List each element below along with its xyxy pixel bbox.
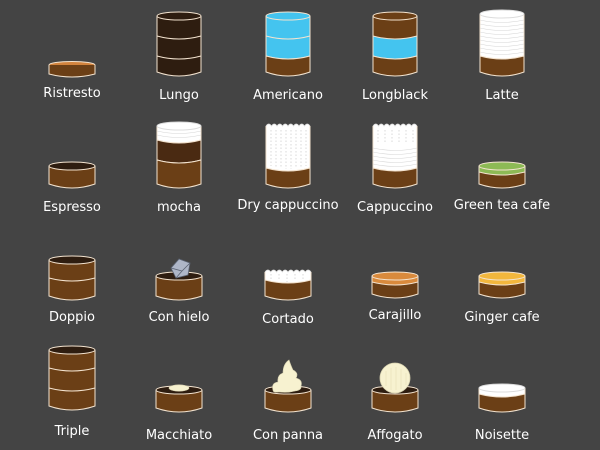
drink-lungo: Lungo xyxy=(124,0,234,103)
macchiato-cup-icon xyxy=(155,384,203,413)
ristretto-cup-icon xyxy=(48,61,96,78)
drink-label: Con hielo xyxy=(148,310,210,325)
latte-cup-icon xyxy=(479,9,525,77)
drink-label: mocha xyxy=(157,200,201,215)
con-panna-cup-icon xyxy=(264,359,312,413)
cappuccino-cup-icon xyxy=(372,123,418,189)
lungo-cup-icon xyxy=(156,11,202,77)
drink-doppio: Doppio xyxy=(17,220,127,325)
drink-macchiato: Macchiato xyxy=(124,340,234,443)
drink-con-panna: Con panna xyxy=(233,340,343,443)
drink-label: Con panna xyxy=(252,428,324,443)
drink-triple: Triple xyxy=(17,340,127,440)
drink-label: Latte xyxy=(485,88,519,103)
drink-label: Ristresto xyxy=(43,86,101,101)
drink-label: Lungo xyxy=(159,88,199,103)
drink-label: Green tea cafe xyxy=(453,198,551,213)
carajillo-cup-icon xyxy=(371,271,419,299)
americano-cup-icon xyxy=(265,11,311,77)
drink-ristretto: Ristresto xyxy=(17,0,127,101)
drink-dry-cappuccino: Dry cappuccino xyxy=(233,110,343,213)
drink-americano: Americano xyxy=(233,0,343,103)
drink-cappuccino: Cappuccino xyxy=(340,110,450,215)
doppio-cup-icon xyxy=(48,255,96,301)
drink-label: Doppio xyxy=(48,310,96,325)
drink-ginger-cafe: Ginger cafe xyxy=(447,220,557,325)
dry-cappuccino-cup-icon xyxy=(265,123,311,189)
drink-latte: Latte xyxy=(447,0,557,103)
drink-label: Carajillo xyxy=(368,308,422,323)
ginger-cafe-cup-icon xyxy=(478,271,526,299)
cortado-cup-icon xyxy=(264,269,312,301)
whipped-cream-icon xyxy=(272,359,302,393)
noisette-cup-icon xyxy=(478,383,526,413)
drink-con-hielo: Con hielo xyxy=(124,220,234,325)
drink-cortado: Cortado xyxy=(233,220,343,327)
espresso-cup-icon xyxy=(48,161,96,189)
ice-cream-scoop-icon xyxy=(379,362,411,394)
drink-espresso: Espresso xyxy=(17,110,127,215)
mocha-cup-icon xyxy=(156,121,202,189)
drink-label: Cortado xyxy=(262,312,314,327)
drink-label: Affogato xyxy=(367,428,423,443)
drink-noisette: Noisette xyxy=(447,340,557,443)
drink-affogato: Affogato xyxy=(340,340,450,443)
drink-mocha: mocha xyxy=(124,110,234,215)
drink-label: Noisette xyxy=(474,428,530,443)
green-tea-cafe-cup-icon xyxy=(478,161,526,189)
drink-carajillo: Carajillo xyxy=(340,220,450,323)
drink-label: Americano xyxy=(253,88,323,103)
drink-label: Macchiato xyxy=(145,428,213,443)
drink-green-tea-cafe: Green tea cafe xyxy=(447,110,557,213)
drink-label: Dry cappuccino xyxy=(237,198,339,213)
drink-longblack: Longblack xyxy=(340,0,450,103)
con-hielo-cup-icon xyxy=(155,258,203,301)
longblack-cup-icon xyxy=(372,11,418,77)
drink-label: Espresso xyxy=(43,200,101,215)
affogato-cup-icon xyxy=(371,362,419,413)
drink-label: Cappuccino xyxy=(357,200,433,215)
drink-label: Triple xyxy=(54,424,90,439)
drink-label: Ginger cafe xyxy=(464,310,540,325)
drink-label: Longblack xyxy=(362,88,428,103)
coffee-chart: Ristresto Lungo Americano Longblack Latt… xyxy=(0,0,600,450)
